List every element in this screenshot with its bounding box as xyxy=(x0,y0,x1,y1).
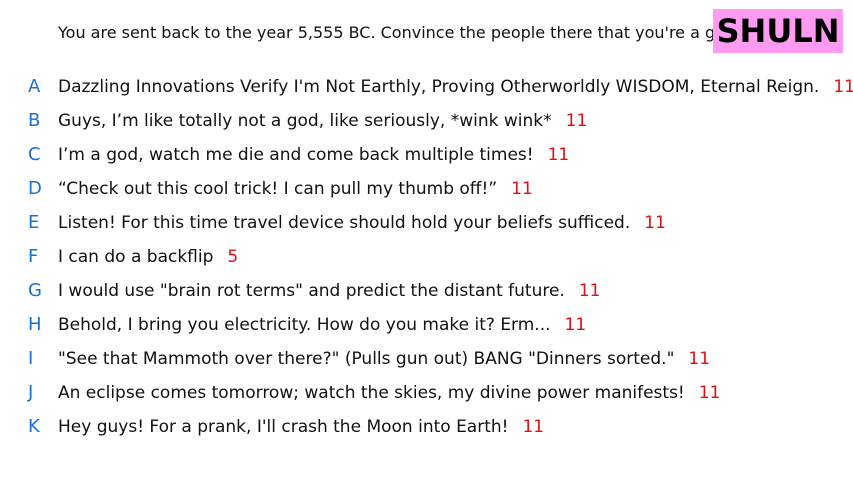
answer-score: 11 xyxy=(522,417,545,437)
answer-letter: D xyxy=(28,178,42,199)
answer-row-j: J An eclipse comes tomorrow; watch the s… xyxy=(0,376,853,410)
answer-row-i: I "See that Mammoth over there?" (Pulls … xyxy=(0,342,853,376)
answer-body: "See that Mammoth over there?" (Pulls gu… xyxy=(58,349,675,369)
answer-letter: C xyxy=(28,144,41,165)
answer-score: 11 xyxy=(644,213,666,233)
answer-letter: H xyxy=(28,314,42,335)
answer-score: 11 xyxy=(564,315,587,335)
answer-score: 11 xyxy=(833,77,853,97)
answer-row-f: F I can do a backflip 5 xyxy=(0,240,853,274)
answer-body: Behold, I bring you electricity. How do … xyxy=(58,315,551,335)
answer-letter: G xyxy=(28,280,42,301)
answer-score: 11 xyxy=(578,281,601,301)
answer-body: “Check out this cool trick! I can pull m… xyxy=(58,179,498,199)
answer-letter: B xyxy=(28,110,41,131)
answer-text: "See that Mammoth over there?" (Pulls gu… xyxy=(58,347,710,371)
answer-letter: A xyxy=(28,76,41,97)
answer-text: I can do a backflip 5 xyxy=(58,245,238,269)
answer-text: I would use "brain rot terms" and predic… xyxy=(58,279,600,303)
answer-score: 5 xyxy=(227,247,239,267)
answer-text: Listen! For this time travel device shou… xyxy=(58,211,666,235)
answer-score: 11 xyxy=(698,383,721,403)
answer-text: I’m a god, watch me die and come back mu… xyxy=(58,143,569,167)
answer-score: 11 xyxy=(688,349,711,369)
answer-row-d: D “Check out this cool trick! I can pull… xyxy=(0,172,853,206)
answer-body: Listen! For this time travel device shou… xyxy=(58,213,631,233)
answer-text: Guys, I’m like totally not a god, like s… xyxy=(58,109,587,133)
answer-list: A Dazzling Innovations Verify I'm Not Ea… xyxy=(0,70,853,444)
answer-row-g: G I would use "brain rot terms" and pred… xyxy=(0,274,853,308)
answer-body: I’m a god, watch me die and come back mu… xyxy=(58,145,534,165)
answer-row-b: B Guys, I’m like totally not a god, like… xyxy=(0,104,853,138)
answer-body: I can do a backflip xyxy=(58,247,214,267)
answer-body: Hey guys! For a prank, I'll crash the Mo… xyxy=(58,417,509,437)
player-name-tag: SHULN xyxy=(713,9,843,53)
answer-body: Dazzling Innovations Verify I'm Not Eart… xyxy=(58,77,820,97)
question-prompt: You are sent back to the year 5,555 BC. … xyxy=(58,23,741,42)
answer-letter: K xyxy=(28,416,40,437)
answer-row-a: A Dazzling Innovations Verify I'm Not Ea… xyxy=(0,70,853,104)
answer-text: Behold, I bring you electricity. How do … xyxy=(58,313,586,337)
answer-letter: E xyxy=(28,212,40,233)
answer-body: Guys, I’m like totally not a god, like s… xyxy=(58,111,552,131)
answer-text: Hey guys! For a prank, I'll crash the Mo… xyxy=(58,415,544,439)
answer-row-h: H Behold, I bring you electricity. How d… xyxy=(0,308,853,342)
answer-row-e: E Listen! For this time travel device sh… xyxy=(0,206,853,240)
answer-score: 11 xyxy=(547,145,570,165)
answer-text: An eclipse comes tomorrow; watch the ski… xyxy=(58,381,720,405)
answer-body: I would use "brain rot terms" and predic… xyxy=(58,281,565,301)
answer-letter: F xyxy=(28,246,39,267)
answer-score: 11 xyxy=(565,111,588,131)
answer-letter: I xyxy=(28,348,34,369)
answer-text: “Check out this cool trick! I can pull m… xyxy=(58,177,533,201)
answer-letter: J xyxy=(28,382,34,403)
answer-row-c: C I’m a god, watch me die and come back … xyxy=(0,138,853,172)
answer-row-k: K Hey guys! For a prank, I'll crash the … xyxy=(0,410,853,444)
answer-score: 11 xyxy=(511,179,533,199)
answer-text: Dazzling Innovations Verify I'm Not Eart… xyxy=(58,75,853,99)
answer-body: An eclipse comes tomorrow; watch the ski… xyxy=(58,383,685,403)
